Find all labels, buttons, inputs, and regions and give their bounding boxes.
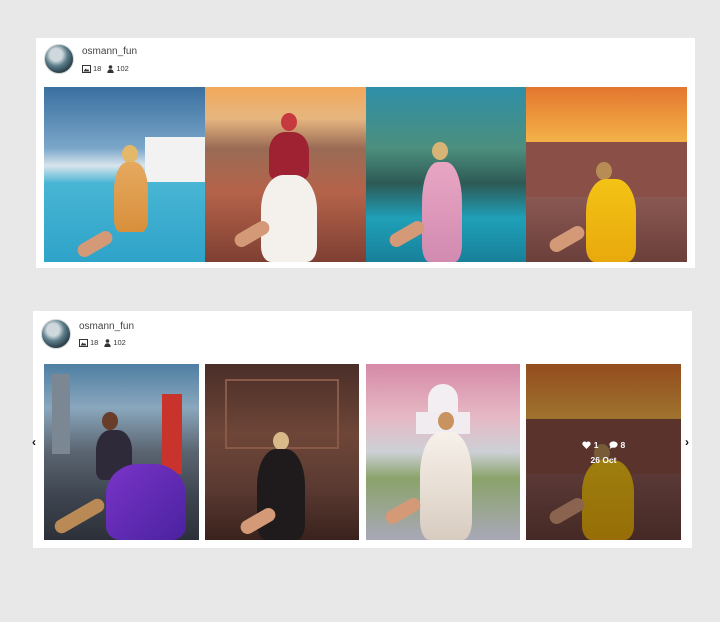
comments-count: 8 [620, 439, 626, 450]
post-date: 26 Oct [590, 454, 617, 465]
feed-photo[interactable] [205, 87, 366, 262]
feed-photo[interactable] [366, 364, 520, 540]
feed-photo[interactable] [526, 87, 687, 262]
images-count: 18 [90, 338, 99, 347]
comment-icon [608, 440, 618, 449]
feed-photo[interactable] [205, 364, 359, 540]
followers-count: 102 [113, 338, 126, 347]
engagement-stats: 1 8 [582, 440, 625, 450]
images-stat: 18 [79, 338, 98, 347]
profile-stats: 18 102 [82, 64, 129, 73]
username-link[interactable]: osmann_fun [82, 46, 137, 57]
carousel-next-button[interactable]: › [685, 435, 689, 449]
feed-photo[interactable] [366, 87, 526, 262]
followers-count: 102 [116, 64, 129, 73]
user-icon [107, 64, 115, 73]
photo-hover-overlay: 1 8 26 Oct [526, 364, 681, 540]
image-icon [79, 338, 88, 347]
comments-stat: 8 [608, 439, 626, 450]
likes-stat: 1 [582, 440, 599, 450]
likes-count: 1 [593, 439, 599, 450]
instagram-feed-carousel: osmann_fun 18 102 ‹ › 1 8 26 Oct [32, 311, 692, 548]
username-link[interactable]: osmann_fun [79, 321, 134, 332]
user-icon [104, 338, 112, 347]
images-stat: 18 [82, 64, 101, 73]
image-icon [82, 64, 91, 73]
carousel-prev-button[interactable]: ‹ [32, 435, 36, 449]
heart-icon [582, 440, 591, 449]
feed-photo[interactable] [44, 364, 199, 540]
followers-stat: 102 [104, 338, 126, 347]
images-count: 18 [93, 64, 102, 73]
instagram-feed-grid: osmann_fun 18 102 [36, 38, 695, 268]
followers-stat: 102 [107, 64, 129, 73]
feed-photo-hover[interactable]: 1 8 26 Oct [526, 364, 681, 540]
avatar[interactable] [44, 44, 74, 74]
profile-stats: 18 102 [79, 338, 126, 347]
feed-photo[interactable] [44, 87, 205, 262]
avatar[interactable] [41, 319, 71, 349]
